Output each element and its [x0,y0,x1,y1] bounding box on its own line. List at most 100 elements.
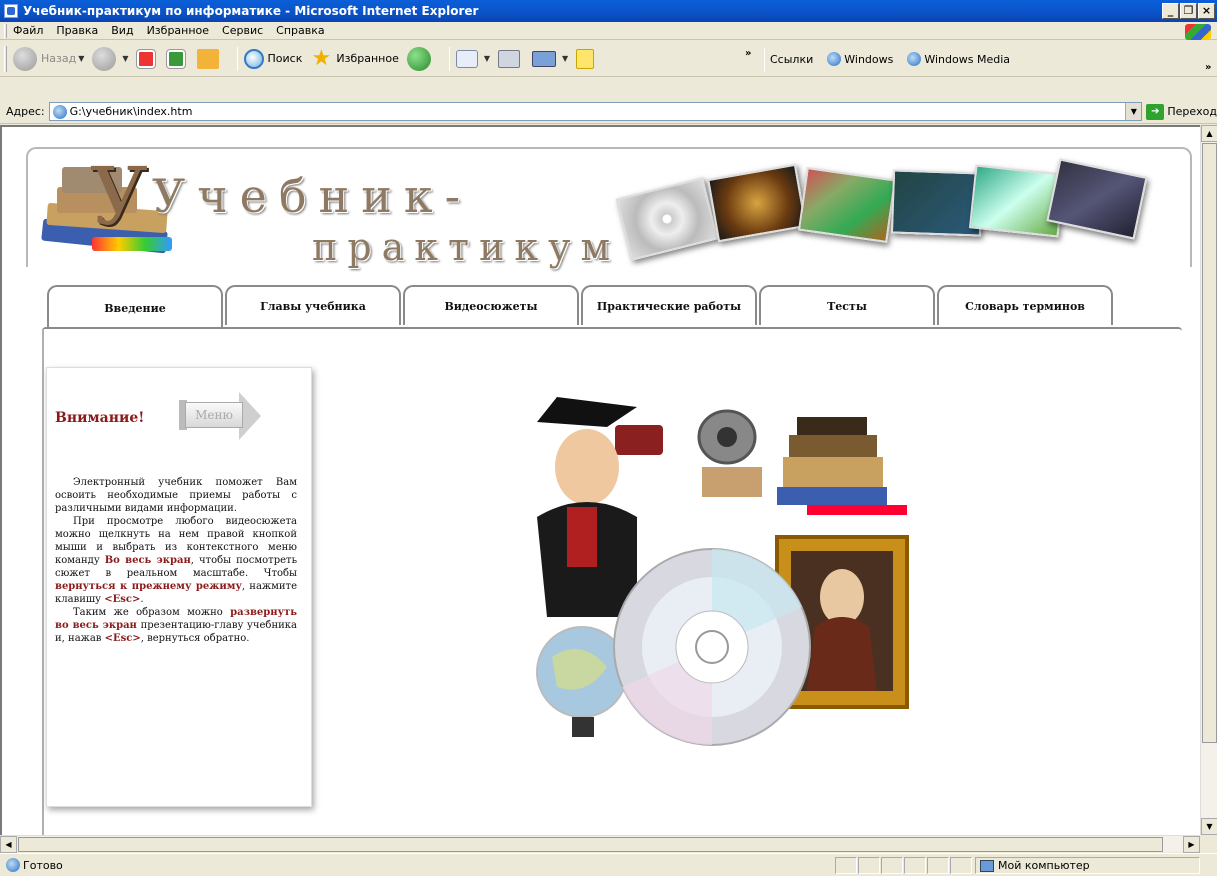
forward-button[interactable]: ▼ [92,46,129,71]
go-button[interactable]: ➔ Переход [1146,103,1217,120]
info-text: Электронный учебник поможет Вам освоить … [55,476,297,645]
tab-tests[interactable]: Тесты [759,285,935,325]
close-button[interactable]: × [1198,3,1215,19]
tab-practical-works[interactable]: Практические работы [581,285,757,325]
ie-icon [907,52,922,66]
chevron-down-icon[interactable]: ▼ [484,54,490,63]
star-icon: ★ [311,45,332,71]
back-label: Назад [41,52,77,65]
links-overflow-chevron-icon[interactable]: » [1205,62,1211,73]
menu-view[interactable]: Вид [111,24,133,37]
menu-favorites[interactable]: Избранное [147,24,209,37]
media-icon [406,46,431,71]
toolbar-grip[interactable] [4,45,7,72]
messenger-button[interactable] [576,48,598,69]
refresh-icon [165,48,186,69]
vertical-scrollbar[interactable]: ▲ ▼ [1200,125,1217,835]
link-windows-media[interactable]: Windows Media [907,52,1010,66]
home-button[interactable] [196,48,223,69]
toolbar-separator [764,48,765,72]
links-label[interactable]: Ссылки [770,53,813,66]
search-icon [243,48,264,69]
cd-image [797,167,897,243]
scroll-down-icon[interactable]: ▼ [1201,818,1217,835]
horizontal-scrollbar[interactable]: ◀ ▶ [0,835,1200,853]
stop-button[interactable] [135,48,159,69]
info-panel: Внимание! Меню Электронный учебник помож… [46,367,312,807]
security-zone: Мой компьютер [975,857,1200,874]
scroll-right-icon[interactable]: ▶ [1183,836,1200,853]
window-title: Учебник-практикум по информатике - Micro… [23,4,479,18]
toolbar-separator [448,46,450,71]
link-windows-label: Windows [844,52,894,66]
forward-arrow-icon [92,46,117,71]
edit-button[interactable]: ▼ [532,50,568,67]
print-button[interactable] [498,49,524,68]
go-label: Переход [1167,105,1217,118]
address-dropdown-icon[interactable]: ▼ [1125,103,1142,120]
title-initial-letter: У [90,150,148,243]
cd-covers-banner [615,158,1162,261]
back-arrow-icon [13,46,37,71]
info-paragraph-3: Таким же образом можно развернуть во вес… [55,607,297,644]
refresh-button[interactable] [165,48,189,69]
minimize-button[interactable]: _ [1162,3,1179,19]
mail-icon [455,49,478,68]
scroll-up-icon[interactable]: ▲ [1201,125,1217,142]
status-text: Готово [23,858,63,872]
info-paragraph-1: Электронный учебник поможет Вам освоить … [55,477,297,514]
maximize-button[interactable]: ❐ [1180,3,1197,19]
search-button[interactable]: Поиск [243,48,303,69]
go-arrow-icon: ➔ [1146,103,1165,120]
status-bar: Готово Мой компьютер [0,853,1217,876]
printer-icon [498,49,520,68]
page-icon [52,104,67,119]
address-value[interactable]: G:\учебник\index.htm [70,105,193,118]
tab-videos[interactable]: Видеосюжеты [403,285,579,325]
menu-help[interactable]: Справка [276,24,324,37]
stop-icon [135,48,156,69]
chevron-down-icon[interactable]: ▼ [122,54,128,63]
chevron-down-icon[interactable]: ▼ [562,54,568,63]
address-label: Адрес: [6,105,45,118]
link-windows[interactable]: Windows [827,52,893,66]
toolbar-separator [236,46,238,71]
back-button[interactable]: Назад ▼ [13,46,84,71]
menu-edit[interactable]: Правка [56,24,98,37]
windows-logo-icon [1185,24,1211,40]
status-cells [835,857,973,874]
horizontal-scroll-thumb[interactable] [18,837,1163,852]
edit-icon [532,50,556,67]
favorites-label: Избранное [336,52,399,65]
info-paragraph-2: При просмотре любого видеосюжета можно щ… [55,516,298,605]
scroll-left-icon[interactable]: ◀ [0,836,17,853]
ie-page-icon [4,4,18,18]
browser-window: Учебник-практикум по информатике - Micro… [0,0,1217,876]
menu-arrow-button[interactable]: Меню [177,388,267,440]
title-bar: Учебник-практикум по информатике - Micro… [0,0,1217,22]
toolbar-grip[interactable] [4,23,7,38]
page-done-icon [6,858,20,872]
toolbar-overflow-chevron-icon[interactable]: » [745,48,751,59]
education-collage-image [536,397,909,746]
menu-file[interactable]: Файл [13,24,43,37]
my-computer-icon [980,859,994,872]
address-field[interactable]: G:\учебник\index.htm ▼ [48,102,1143,121]
page-title-line1: Учебник- [152,169,473,223]
link-windows-media-label: Windows Media [924,52,1010,66]
page-viewport: У Учебник- практикум Введение Главы учеб… [0,125,1217,835]
tab-intro[interactable]: Введение [47,285,223,329]
vertical-scroll-thumb[interactable] [1202,143,1217,743]
cd-image [1046,158,1148,240]
status-text-area: Готово [6,858,63,872]
chevron-down-icon[interactable]: ▼ [78,54,84,63]
media-button[interactable] [406,46,435,71]
search-label: Поиск [267,52,303,65]
tab-chapters[interactable]: Главы учебника [225,285,401,325]
home-icon [196,48,219,69]
ie-icon [827,52,842,66]
menu-tools[interactable]: Сервис [222,24,263,37]
mail-button[interactable]: ▼ [455,49,490,68]
favorites-button[interactable]: ★ Избранное [310,45,399,71]
tab-glossary[interactable]: Словарь терминов [937,285,1113,325]
